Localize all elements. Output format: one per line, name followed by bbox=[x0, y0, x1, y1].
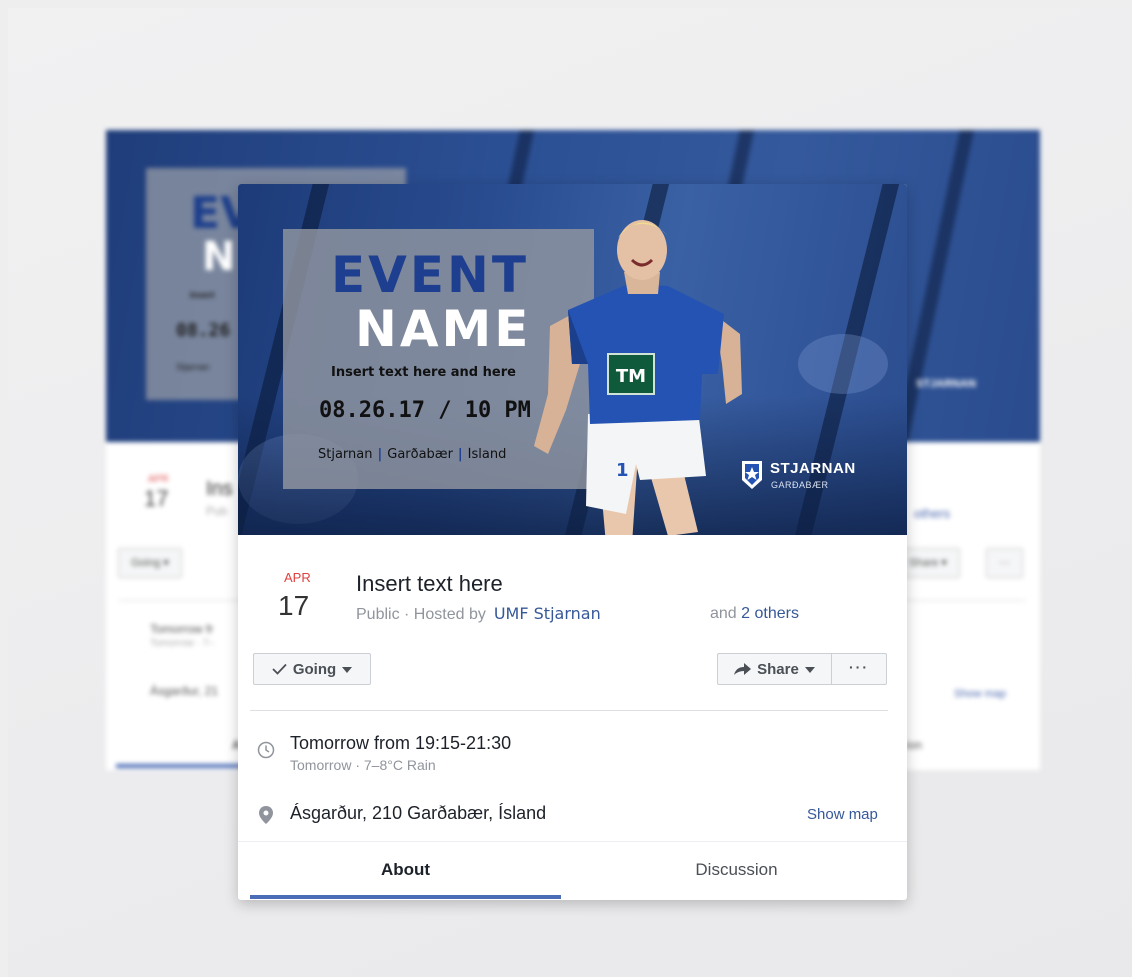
background-club-logo: STJARNAN bbox=[916, 378, 976, 390]
clock-icon bbox=[257, 741, 275, 759]
background-location-row: Ásgarður, 21 bbox=[150, 684, 219, 698]
location-pin-icon bbox=[259, 806, 273, 824]
checkmark-icon bbox=[272, 663, 287, 675]
background-date-month: APR bbox=[148, 474, 169, 485]
background-headline-2: N bbox=[202, 234, 236, 280]
cover-subtitle: Insert text here and here bbox=[331, 365, 516, 380]
host-link[interactable]: UMF Stjarnan bbox=[494, 604, 601, 623]
event-date-month: APR bbox=[284, 570, 311, 585]
other-hosts: and 2 others bbox=[710, 605, 799, 623]
more-dots-icon: ··· bbox=[849, 659, 869, 675]
event-card: EVENT NAME Insert text here and here 08.… bbox=[238, 184, 907, 900]
club-name: STJARNAN bbox=[770, 460, 856, 477]
event-host-info: Public · Hosted by UMF Stjarnan bbox=[356, 604, 601, 624]
event-title: Insert text here bbox=[356, 571, 503, 596]
event-cover-photo: EVENT NAME Insert text here and here 08.… bbox=[238, 184, 907, 535]
cover-date-time: 08.26.17 / 10 PM bbox=[319, 398, 531, 423]
background-title: Ins bbox=[206, 478, 233, 500]
club-location: GARÐABÆR bbox=[771, 480, 829, 490]
svg-text:TM: TM bbox=[616, 366, 646, 387]
chevron-down-icon bbox=[804, 667, 815, 673]
tab-about[interactable]: About bbox=[250, 860, 561, 880]
background-date: 08.26 bbox=[176, 320, 231, 341]
background-others-link: others bbox=[914, 506, 951, 521]
player-image: TM 1 bbox=[534, 220, 742, 535]
cover-headline-name: NAME bbox=[355, 300, 532, 358]
background-tab-discussion: ion bbox=[906, 738, 923, 752]
background-location: Stjarnan bbox=[176, 362, 210, 372]
tab-discussion[interactable]: Discussion bbox=[581, 860, 892, 880]
event-date-day: 17 bbox=[278, 590, 310, 621]
going-label: Going bbox=[292, 660, 337, 678]
background-subtitle-meta: Pub bbox=[206, 504, 228, 518]
share-arrow-icon bbox=[734, 662, 752, 675]
cover-headline-event: EVENT bbox=[331, 246, 529, 304]
share-button[interactable]: Share bbox=[717, 653, 831, 685]
section-divider bbox=[250, 710, 888, 711]
svg-text:1: 1 bbox=[616, 460, 629, 481]
background-more-button: ··· bbox=[986, 548, 1023, 578]
background-date-day: 17 bbox=[144, 486, 169, 511]
background-going-button: Going ▾ bbox=[118, 548, 182, 578]
active-tab-indicator bbox=[250, 895, 561, 899]
background-show-map: Show map bbox=[954, 688, 1006, 700]
share-label: Share bbox=[757, 660, 799, 678]
chevron-down-icon bbox=[342, 667, 353, 673]
background-subtitle: Insert bbox=[190, 290, 215, 300]
others-prefix: and bbox=[710, 605, 737, 622]
background-time-sub: Tomorrow · 7– bbox=[150, 638, 214, 649]
show-map-link[interactable]: Show map bbox=[807, 806, 878, 823]
event-visibility: Public · Hosted by bbox=[356, 606, 486, 623]
club-badge-icon bbox=[742, 461, 762, 489]
more-options-button[interactable]: ··· bbox=[831, 653, 887, 685]
other-hosts-link[interactable]: 2 others bbox=[741, 605, 799, 622]
going-button[interactable]: Going bbox=[253, 653, 371, 685]
event-weather: Tomorrow · 7–8°C Rain bbox=[290, 757, 436, 773]
event-location: Ásgarður, 210 Garðabær, Ísland bbox=[290, 803, 547, 823]
background-time-row: Tomorrow fr bbox=[150, 622, 214, 636]
tabs-divider bbox=[238, 841, 907, 842]
event-time: Tomorrow from 19:15-21:30 bbox=[290, 733, 512, 753]
